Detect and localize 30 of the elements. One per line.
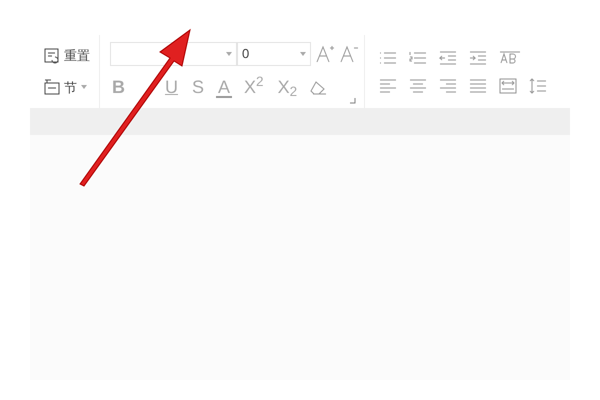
sub-button[interactable]: X$_{2}$ bbox=[276, 74, 300, 101]
caret-icon bbox=[300, 52, 306, 56]
color-button[interactable]: A bbox=[216, 78, 232, 98]
increase-indent-icon[interactable] bbox=[469, 50, 487, 66]
bold-button[interactable]: B bbox=[110, 74, 127, 101]
underline-button[interactable]: U bbox=[163, 74, 180, 101]
eraser-icon[interactable] bbox=[309, 80, 328, 96]
strike-button[interactable]: S bbox=[190, 74, 206, 101]
sup-button[interactable]: X$^{2}$ bbox=[242, 74, 266, 101]
align-right-icon[interactable] bbox=[439, 78, 457, 94]
caret-icon bbox=[226, 52, 232, 56]
font-size-field[interactable]: 0 bbox=[237, 42, 311, 66]
reset-button[interactable]: 重置 bbox=[44, 46, 99, 66]
caret-icon bbox=[81, 85, 87, 90]
decrease-indent-icon[interactable] bbox=[439, 50, 457, 66]
font-name-field[interactable] bbox=[110, 42, 237, 66]
distribute-icon[interactable] bbox=[499, 78, 517, 94]
text-box-icon[interactable] bbox=[499, 50, 521, 66]
line-spacing-icon[interactable] bbox=[529, 78, 547, 94]
numbered-list-icon[interactable] bbox=[409, 50, 427, 66]
section-icon bbox=[44, 79, 60, 96]
section-button[interactable]: 节 bbox=[44, 78, 99, 97]
document-reset-icon bbox=[44, 48, 60, 64]
bullet-list-icon[interactable] bbox=[379, 50, 397, 66]
align-center-icon[interactable] bbox=[409, 78, 427, 94]
align-left-icon[interactable] bbox=[379, 78, 397, 94]
grow-font-icon[interactable] bbox=[315, 44, 335, 64]
dialog-launcher-icon[interactable] bbox=[350, 98, 356, 104]
justify-icon[interactable] bbox=[469, 78, 487, 94]
shrink-font-icon[interactable] bbox=[339, 44, 359, 64]
